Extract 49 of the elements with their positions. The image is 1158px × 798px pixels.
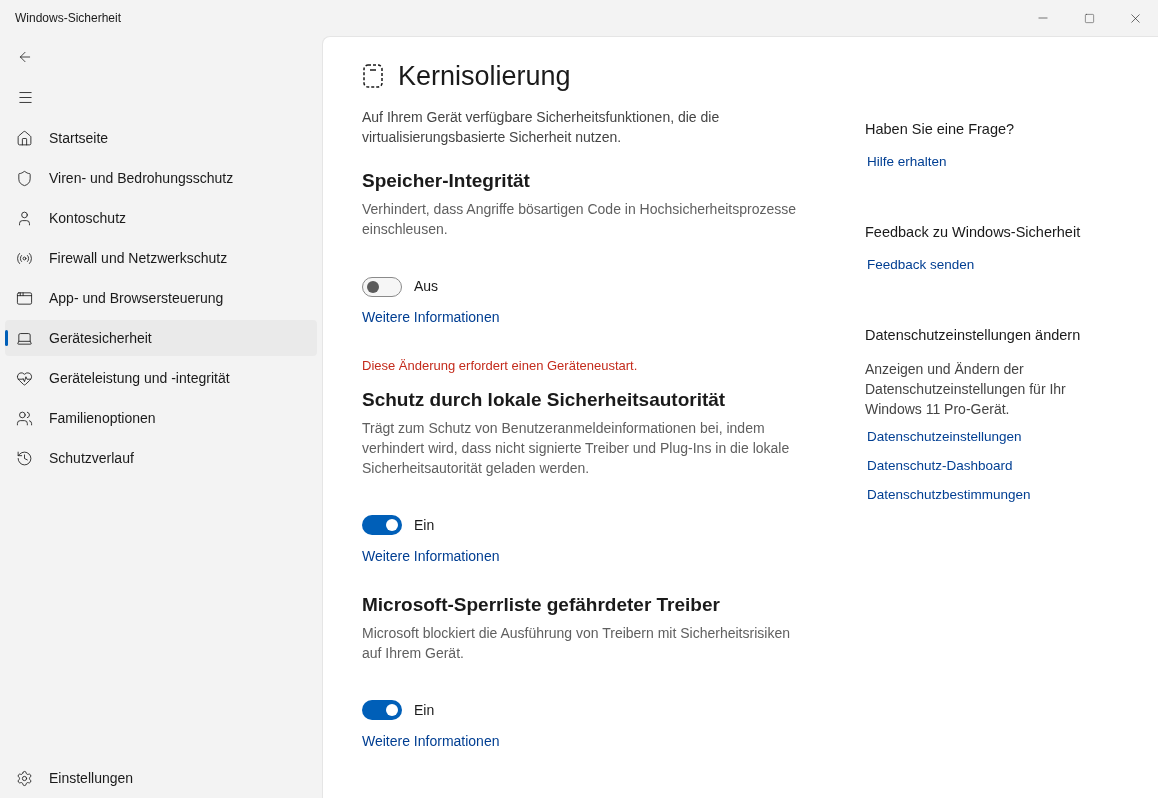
- restart-notice: Diese Änderung erfordert einen Geräteneustart.: [362, 357, 639, 375]
- person-icon: [16, 209, 33, 227]
- section-title: Microsoft-Sperrliste gefährdeter Treiber: [362, 592, 721, 617]
- shield-icon: [16, 169, 33, 187]
- nav-item[interactable]: Firewall und Netzwerkschutz: [5, 240, 317, 276]
- help-link[interactable]: Hilfe erhalten: [867, 151, 947, 172]
- heart-icon: [16, 369, 33, 387]
- settings-item[interactable]: Einstellungen: [5, 760, 317, 796]
- chip-icon: [362, 63, 384, 89]
- aside-heading: Haben Sie eine Frage?: [865, 120, 1016, 139]
- help-link[interactable]: Datenschutz-Dashboard: [867, 456, 1013, 477]
- toggle-switch[interactable]: [362, 276, 402, 297]
- toggle-state: Ein: [414, 700, 435, 720]
- nav-item[interactable]: App- und Browsersteuerung: [5, 280, 317, 316]
- help-link[interactable]: Feedback senden: [867, 254, 975, 275]
- toggle-switch[interactable]: [362, 700, 402, 720]
- selection-indicator: [5, 330, 8, 346]
- more-info-link[interactable]: Weitere Informationen: [362, 730, 500, 752]
- help-link[interactable]: Datenschutzbestimmungen: [867, 485, 1031, 506]
- window-title: Windows-Sicherheit: [15, 10, 122, 27]
- nav-item[interactable]: Geräteleistung und -integrität: [5, 360, 317, 396]
- help-link[interactable]: Datenschutzeinstellungen: [867, 426, 1022, 447]
- aside-heading: Datenschutzeinstellungen ändern: [865, 326, 1082, 345]
- page-title: Kernisolierung: [398, 59, 571, 93]
- toggle-state: Aus: [414, 277, 439, 296]
- nav-item[interactable]: Kontoschutz: [5, 200, 317, 236]
- aside-heading: Feedback zu Windows-Sicherheit: [865, 223, 1082, 242]
- people-icon: [16, 409, 33, 427]
- nav-item[interactable]: Gerätesicherheit: [5, 320, 317, 356]
- section-description: Verhindert, dass Angriffe bösartigen Code in Hochsicherheitsprozesse einschleusen.: [362, 200, 797, 239]
- settings-icon: [16, 769, 33, 787]
- page-description: Auf Ihrem Gerät verfügbare Sicherheitsfunktionen, die die virtualisierungsbasierte Sicherheit nutzen.: [362, 108, 721, 147]
- more-info-link[interactable]: Weitere Informationen: [362, 307, 500, 328]
- history-icon: [16, 449, 33, 467]
- toggle-state: Ein: [414, 515, 435, 535]
- window-icon: [16, 289, 33, 307]
- nav-item[interactable]: Familienoptionen: [5, 400, 317, 436]
- aside-description: Anzeigen und Ändern der Datenschutzeinstellungen für Ihr Windows 11 Pro-Gerät.: [865, 359, 1067, 419]
- nav-item[interactable]: Startseite: [5, 120, 317, 156]
- toggle-switch[interactable]: [362, 515, 402, 535]
- section-title: Schutz durch lokale Sicherheitsautorität: [362, 387, 727, 412]
- nav-item[interactable]: Viren- und Bedrohungsschutz: [5, 160, 317, 196]
- section-description: Microsoft blockiert die Ausführung von Treibern mit Sicherheitsrisiken auf Ihrem Gerät.: [362, 623, 791, 663]
- maximize-icon: [1083, 12, 1095, 24]
- section-description: Trägt zum Schutz von Benutzeranmeldeinformationen bei, indem verhindert wird, dass nicht signierte Treiber und Plug-Ins in die lokale Sicherheitsautorität geladen werden.: [362, 418, 791, 478]
- more-info-link[interactable]: Weitere Informationen: [362, 545, 500, 567]
- section-title: Speicher-Integrität: [362, 169, 531, 193]
- home-icon: [16, 129, 33, 147]
- nav-item[interactable]: Schutzverlauf: [5, 440, 317, 476]
